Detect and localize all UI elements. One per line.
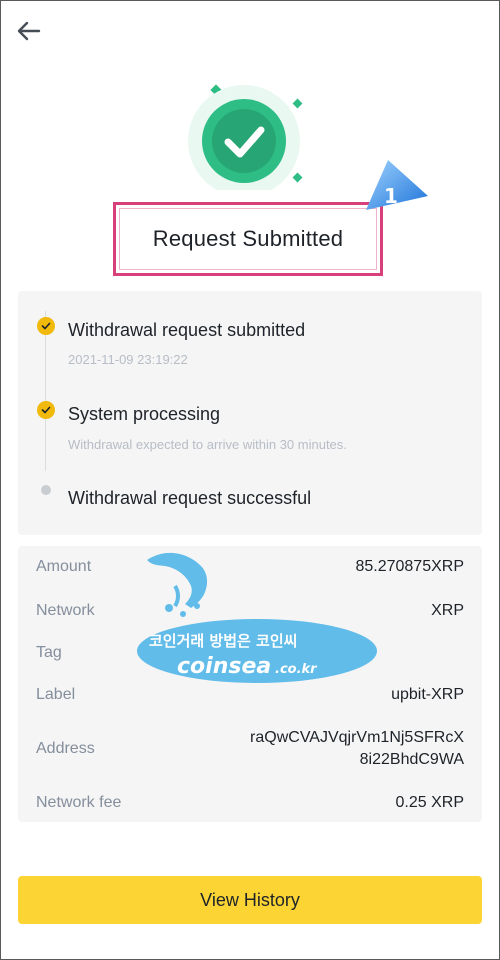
detail-label: Tag	[36, 644, 62, 661]
step-title: Withdrawal request submitted	[68, 320, 306, 340]
address-line: raQwCVAJVqjrVm1Nj5SFRcX	[250, 729, 464, 746]
detail-label: Label	[36, 686, 76, 703]
progress-line	[45, 311, 46, 471]
detail-label: Amount	[36, 558, 92, 575]
detail-value: 0.25 XRP	[395, 794, 464, 811]
svg-text:coinsea: coinsea	[177, 654, 271, 679]
detail-value: upbit-XRP	[391, 686, 464, 703]
detail-row-address: Address raQwCVAJVqjrVm1Nj5SFRcX 8i22BhdC…	[36, 727, 464, 780]
address-line: 8i22BhdC9WA	[359, 751, 464, 768]
status-title-box: Request Submitted	[113, 202, 383, 276]
sparkle-icon	[292, 98, 303, 109]
pending-dot-icon	[41, 485, 51, 495]
sparkle-icon	[292, 172, 303, 183]
step-title: System processing	[68, 404, 221, 424]
arrow-left-icon	[17, 21, 41, 41]
detail-label: Address	[36, 740, 95, 757]
detail-label: Network	[36, 602, 95, 619]
success-illustration	[180, 80, 320, 190]
check-icon	[37, 317, 55, 335]
address-value[interactable]: raQwCVAJVqjrVm1Nj5SFRcX 8i22BhdC9WA	[250, 727, 464, 771]
svg-text:.co.kr: .co.kr	[275, 662, 318, 677]
detail-value: XRP	[431, 602, 464, 619]
step-subtitle: 2021-11-09 23:19:22	[68, 352, 188, 367]
watermark: 코인거래 방법은 코인씨 coinsea .co.kr	[135, 546, 380, 696]
detail-label: Network fee	[36, 794, 122, 811]
progress-card: Withdrawal request submitted 2021-11-09 …	[18, 291, 482, 535]
view-history-button[interactable]: View History	[18, 876, 482, 924]
back-button[interactable]	[14, 16, 44, 46]
svg-text:코인거래 방법은 코인씨: 코인거래 방법은 코인씨	[149, 632, 297, 650]
check-icon	[37, 401, 55, 419]
annotation-badge: 1	[360, 158, 432, 214]
svg-text:1: 1	[384, 184, 398, 208]
page-title: Request Submitted	[152, 226, 344, 251]
step-title: Withdrawal request successful	[68, 488, 312, 508]
step-subtitle: Withdrawal expected to arrive within 30 …	[68, 437, 347, 452]
